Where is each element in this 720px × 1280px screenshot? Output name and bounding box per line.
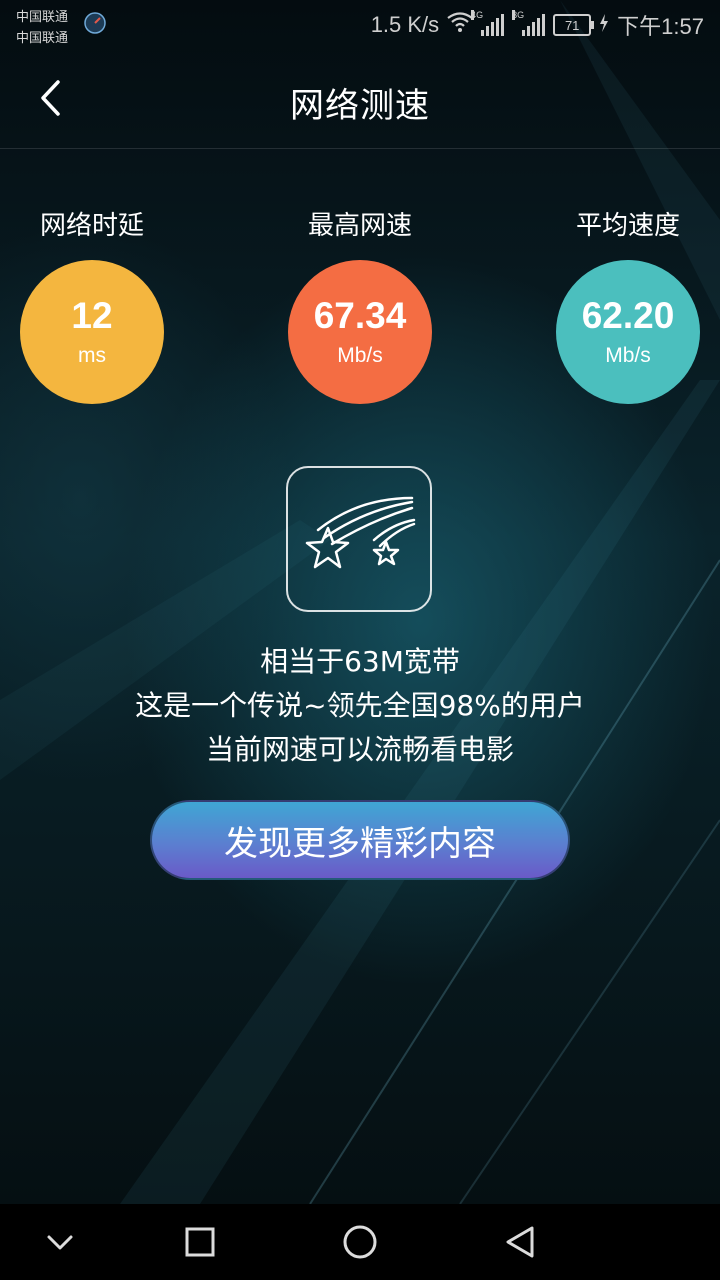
max-speed-metric: 最高网速 67.34 Mb/s: [260, 200, 460, 404]
charging-icon: [599, 12, 609, 38]
page-title: 网络测速: [290, 86, 430, 126]
net-speed: 1.5 K/s: [370, 12, 440, 37]
discover-more-button[interactable]: 发现更多精彩内容: [150, 800, 570, 880]
battery-icon: 71: [553, 14, 595, 36]
shooting-stars-badge: [286, 466, 432, 612]
system-nav-bar: [0, 1204, 720, 1280]
shooting-stars-icon: [305, 496, 416, 569]
carrier-label: 中国联通: [16, 10, 69, 25]
metric-circle: 62.20 Mb/s: [556, 260, 700, 404]
metric-label: 网络时延: [39, 211, 144, 241]
signal-4g-icon: 4G: [471, 10, 505, 36]
metric-unit: ms: [78, 344, 106, 367]
chevron-down-icon[interactable]: [40, 1222, 80, 1262]
description-line: 相当于63M宽带: [260, 645, 460, 678]
metric-value: 67.34: [313, 295, 407, 336]
metric-label: 平均速度: [575, 211, 680, 241]
clock: 下午1:57: [617, 14, 704, 39]
latency-metric: 网络时延 12 ms: [0, 200, 192, 404]
status-bar: 中国联通 中国联通 1.5 K/s 4G 3G 71 下午1:57: [0, 0, 720, 52]
avg-speed-metric: 平均速度 62.20 Mb/s: [528, 200, 720, 404]
triangle-back-icon[interactable]: [500, 1222, 540, 1262]
carrier-label: 中国联通: [16, 31, 69, 46]
metric-value: 62.20: [581, 295, 675, 336]
metric-label: 最高网速: [307, 211, 412, 241]
metric-unit: Mb/s: [337, 344, 383, 367]
circle-icon[interactable]: [340, 1222, 380, 1262]
speedometer-icon: [84, 12, 106, 34]
description-line: 这是一个传说~领先全国98%的用户: [135, 689, 585, 722]
signal-3g-icon: 3G: [512, 10, 546, 36]
metric-circle: 67.34 Mb/s: [288, 260, 432, 404]
app-header: 网络测速: [0, 52, 720, 149]
metric-circle: 12 ms: [20, 260, 164, 404]
description-line: 当前网速可以流畅看电影: [205, 733, 514, 766]
metric-unit: Mb/s: [605, 344, 651, 367]
metric-value: 12: [71, 295, 113, 336]
square-icon[interactable]: [180, 1222, 220, 1262]
wifi-icon: [447, 12, 473, 38]
